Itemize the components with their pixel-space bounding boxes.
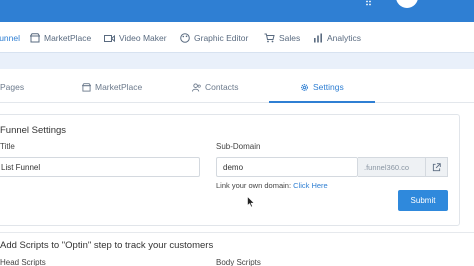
nav-item-label: MarketPlace <box>44 33 92 43</box>
cart-icon <box>264 33 275 43</box>
mouse-cursor-icon <box>247 196 255 208</box>
active-tab-indicator <box>269 101 375 103</box>
tab-label: Contacts <box>205 82 239 92</box>
funnel-tabs: Pages MarketPlace Contacts Settings <box>0 69 474 103</box>
nav-item-label: Funnel <box>0 33 20 43</box>
title-input[interactable]: List Funnel <box>0 157 200 177</box>
contacts-icon <box>192 82 201 92</box>
nav-item-funnel[interactable]: Funnel <box>0 31 20 45</box>
submit-button[interactable]: Submit <box>398 190 448 211</box>
subdomain-input[interactable]: demo <box>216 157 358 177</box>
tab-marketplace[interactable]: MarketPlace <box>82 81 142 93</box>
tab-label: MarketPlace <box>95 82 143 92</box>
palette-icon <box>180 33 190 43</box>
bar-chart-icon <box>314 33 322 43</box>
top-bar <box>0 0 474 22</box>
nav-item-graphic-editor[interactable]: Graphic Editor <box>180 31 248 45</box>
gear-icon <box>301 83 308 91</box>
tab-settings[interactable]: Settings <box>300 81 344 93</box>
store-icon <box>82 82 91 92</box>
head-scripts-label: Head Scripts <box>0 258 46 266</box>
apps-grid-icon[interactable] <box>362 0 374 6</box>
nav-divider-strip <box>0 52 474 69</box>
scripts-section-title: Add Scripts to "Optin" step to track you… <box>0 240 214 251</box>
nav-item-marketplace[interactable]: MarketPlace <box>30 31 91 45</box>
nav-item-label: Video Maker <box>119 33 167 43</box>
nav-item-label: Sales <box>279 33 301 43</box>
nav-item-analytics[interactable]: Analytics <box>313 31 361 45</box>
nav-item-label: Graphic Editor <box>194 33 249 43</box>
subdomain-suffix: .funnel360.co <box>358 157 426 177</box>
custom-domain-text: Link your own domain: <box>216 181 292 190</box>
user-avatar[interactable] <box>396 0 418 8</box>
title-label: Title <box>0 142 15 151</box>
subdomain-label: Sub-Domain <box>216 142 261 151</box>
tab-pages[interactable]: Pages <box>0 81 24 93</box>
video-icon <box>104 34 115 42</box>
scripts-divider <box>0 232 474 233</box>
store-icon <box>30 33 40 43</box>
nav-item-video-maker[interactable]: Video Maker <box>104 31 167 45</box>
nav-item-label: Analytics <box>327 33 362 43</box>
custom-domain-link[interactable]: Click Here <box>293 181 328 190</box>
main-nav: Funnel MarketPlace Video Maker Graphic E… <box>0 22 474 52</box>
external-link-icon <box>432 162 441 171</box>
tab-contacts[interactable]: Contacts <box>192 81 239 93</box>
nav-item-sales[interactable]: Sales <box>264 31 300 45</box>
settings-section-title: Funnel Settings <box>0 125 67 136</box>
tab-label: Pages <box>0 82 25 92</box>
custom-domain-help: Link your own domain: Click Here <box>216 181 328 190</box>
body-scripts-label: Body Scripts <box>216 258 261 266</box>
open-link-button[interactable] <box>426 157 448 177</box>
tab-label: Settings <box>313 82 344 92</box>
